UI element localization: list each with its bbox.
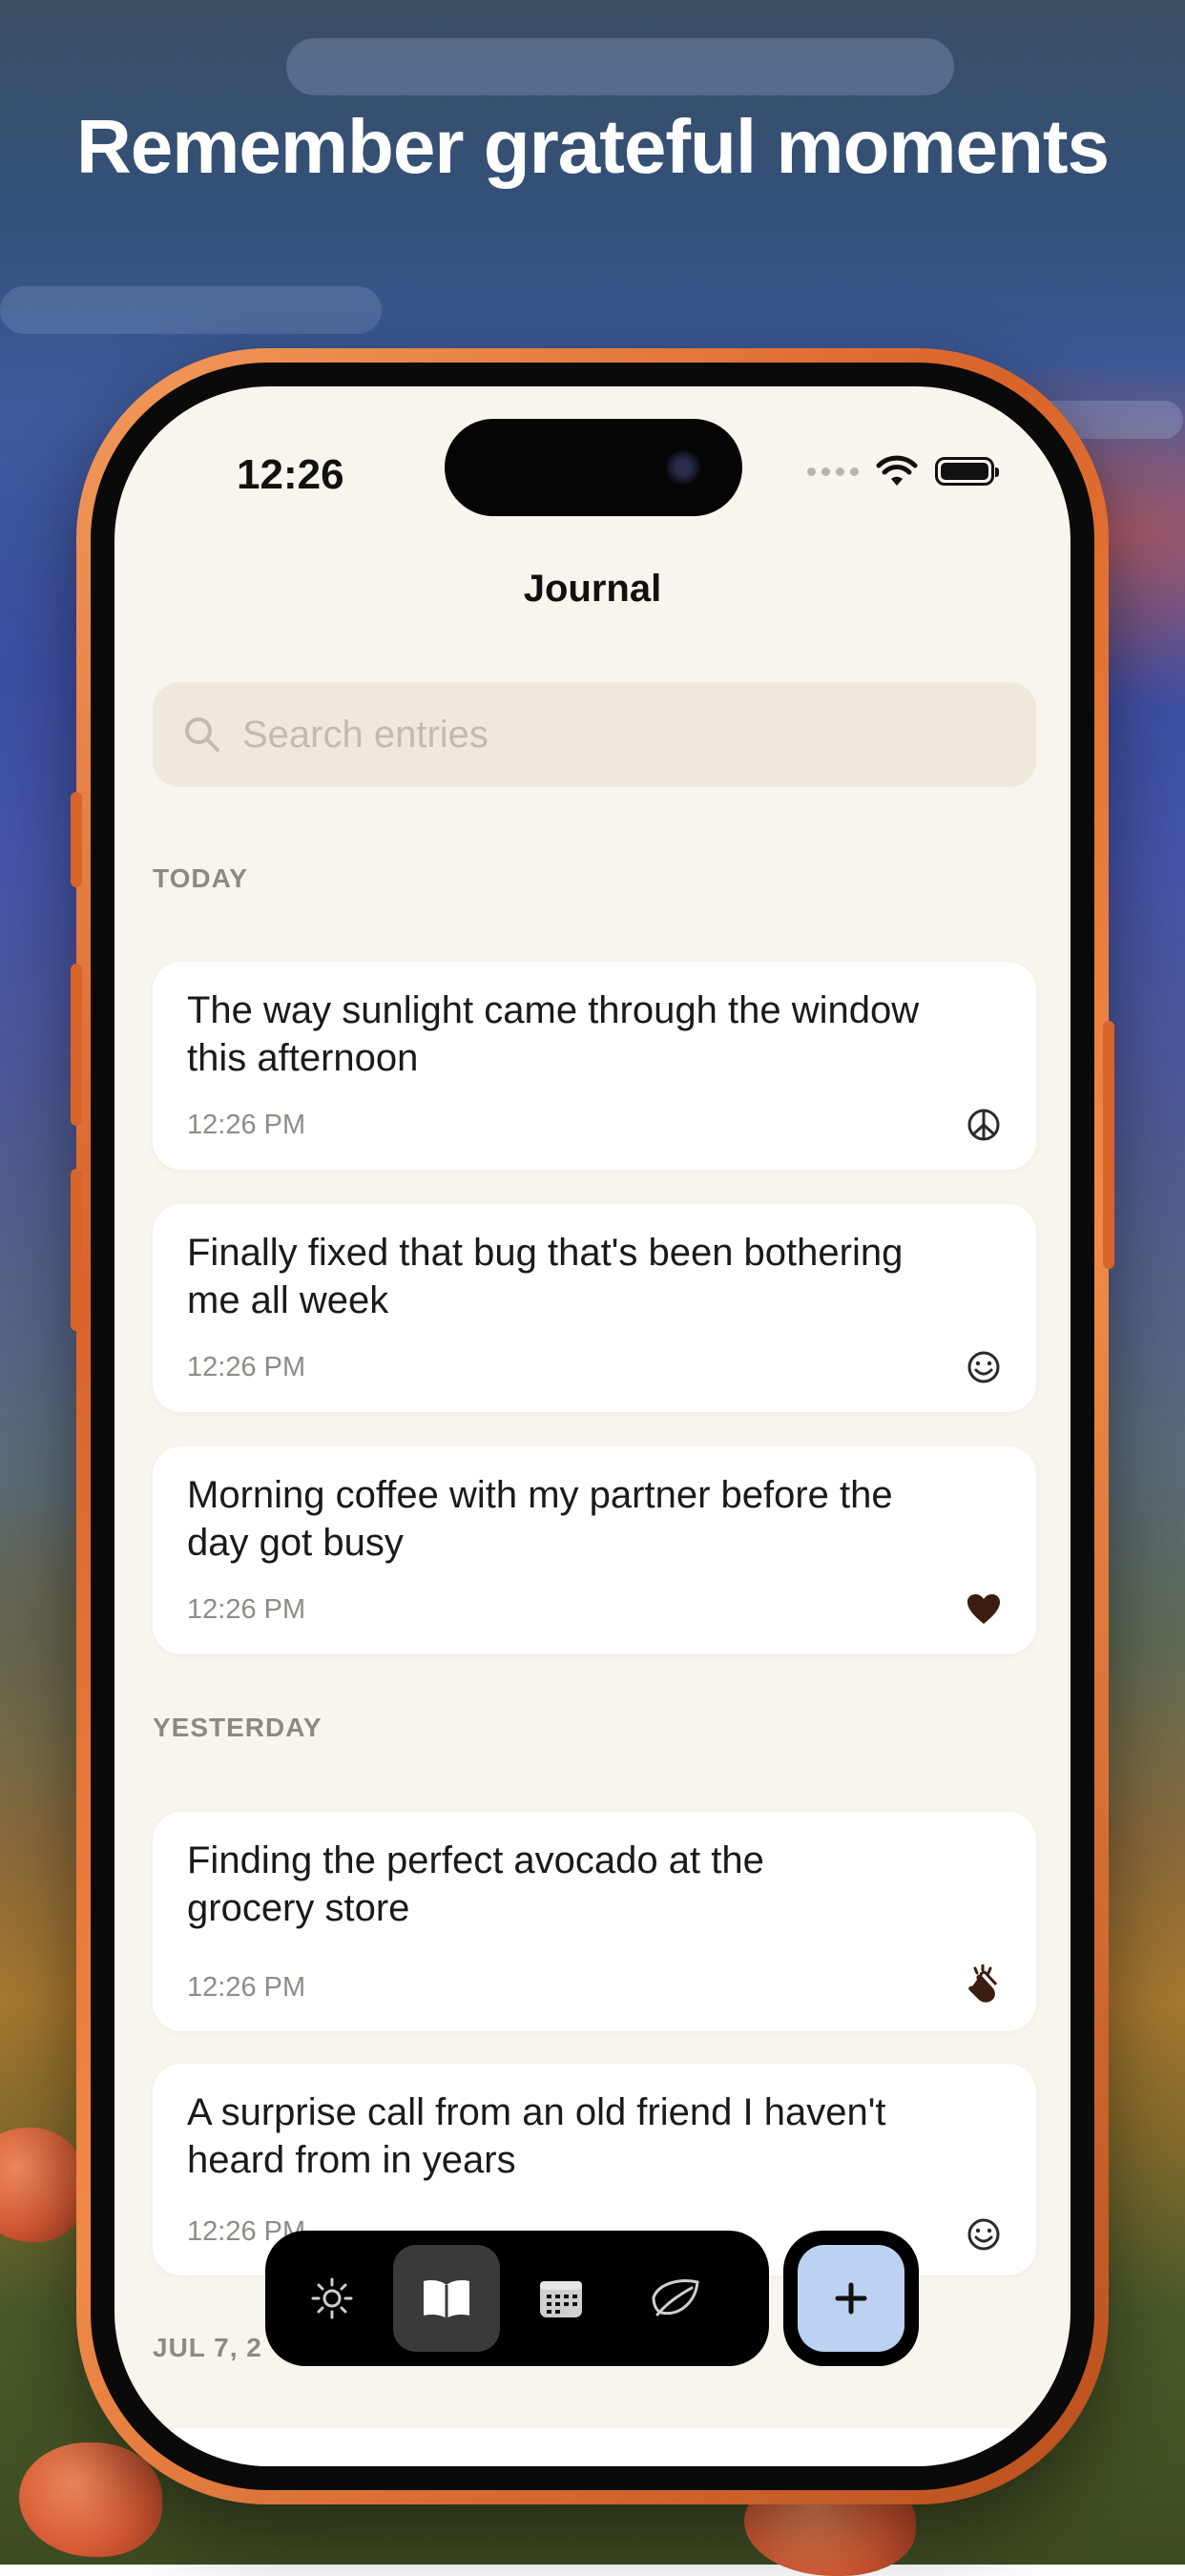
headline: Remember grateful moments	[76, 104, 1110, 189]
entry-time: 12:26 PM	[187, 1110, 306, 1140]
page-title: Journal	[523, 568, 662, 610]
search-input[interactable]: Search entries	[153, 682, 1036, 787]
book-icon	[424, 2280, 469, 2318]
wifi-icon	[876, 455, 918, 486]
tab-reflect[interactable]	[622, 2245, 729, 2352]
section-label-today: TODAY	[153, 863, 248, 893]
status-time: 12:26	[237, 451, 344, 498]
entry-text: The way sunlight came through the window…	[187, 989, 920, 1079]
signal-dots-icon	[807, 467, 859, 476]
entry-time: 12:26 PM	[187, 1972, 306, 2003]
battery-icon	[935, 457, 999, 486]
tab-calendar[interactable]	[508, 2245, 614, 2352]
list-item[interactable]: The way sunlight came through the window…	[153, 962, 1036, 1170]
entry-text: Finally fixed that bug that's been bothe…	[187, 1232, 904, 1321]
sky-streak	[0, 286, 382, 334]
entry-time: 12:26 PM	[187, 1352, 306, 1382]
tab-bar	[265, 2231, 769, 2366]
plus-icon	[835, 2282, 867, 2315]
list-item[interactable]: Morning coffee with my partner before th…	[153, 1446, 1036, 1654]
add-entry-button[interactable]	[798, 2245, 904, 2352]
heart-icon	[967, 1594, 1000, 1624]
peace-icon	[967, 1109, 1000, 1141]
list-item[interactable]: Finding the perfect avocado at the grocer…	[153, 1812, 1036, 2031]
list-item[interactable]	[153, 2428, 1036, 2466]
entry-time: 12:26 PM	[187, 1594, 306, 1625]
tab-journal[interactable]	[393, 2245, 500, 2352]
leaf-icon	[652, 2279, 699, 2316]
entry-text: Morning coffee with my partner before th…	[187, 1474, 893, 1564]
action-button	[71, 792, 82, 887]
volume-up-button	[71, 964, 82, 1126]
search-icon	[185, 717, 219, 752]
tab-today[interactable]	[279, 2245, 385, 2352]
app-screen: 12:26 Journal Search entries TODAY The w…	[114, 386, 1071, 2466]
volume-down-button	[71, 1169, 82, 1331]
smile-icon	[967, 2218, 1000, 2251]
section-label-yesterday: YESTERDAY	[153, 1713, 322, 1742]
entry-text: Finding the perfect avocado at the grocer…	[187, 1839, 764, 1929]
search-placeholder: Search entries	[242, 713, 489, 756]
power-button	[1103, 1021, 1114, 1269]
dynamic-island	[445, 419, 742, 516]
smile-icon	[967, 1351, 1000, 1383]
entry-text: A surprise call from an old friend I hav…	[187, 2091, 886, 2181]
add-entry-button-wrapper	[783, 2231, 919, 2366]
sky-streak	[286, 38, 954, 95]
list-item[interactable]: Finally fixed that bug that's been bothe…	[153, 1204, 1036, 1412]
section-label-date: JUL 7, 2	[153, 2333, 262, 2362]
calendar-icon	[540, 2281, 582, 2317]
camera-icon	[666, 450, 700, 485]
status-icons	[807, 455, 999, 488]
clapping-hands-icon	[968, 1964, 998, 2003]
sun-icon	[311, 2277, 353, 2319]
